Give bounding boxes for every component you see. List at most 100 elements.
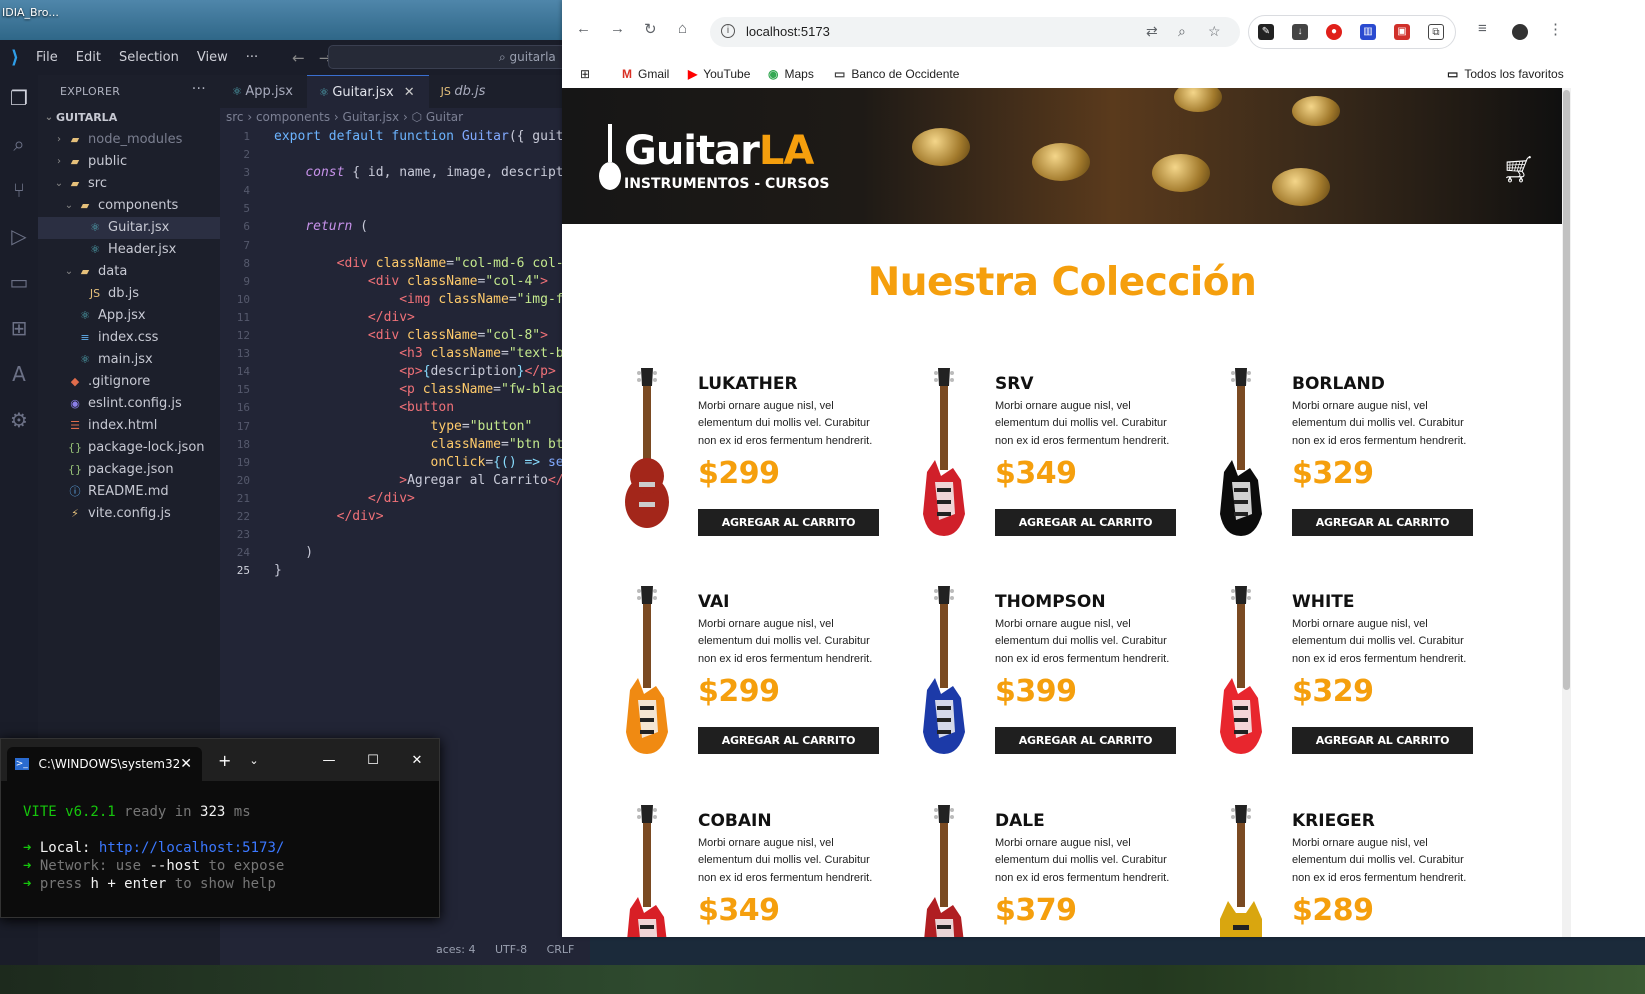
tree-item[interactable]: ☰ index.html (38, 415, 220, 437)
eyedropper-extension-icon[interactable]: ✎ (1258, 24, 1274, 40)
add-to-cart-button[interactable]: AGREGAR AL CARRITO (1292, 509, 1473, 536)
guitar-price: $329 (1292, 674, 1374, 709)
page-scrollbar[interactable] (1562, 88, 1571, 937)
search-icon[interactable]: ⌕ (0, 121, 38, 167)
editor-tabs: ⚛ App.jsx ⚛ Guitar.jsx ✕ JS db.js (220, 75, 590, 108)
tree-item[interactable]: {} package.json (38, 459, 220, 481)
explorer-icon[interactable]: ❐ (0, 75, 38, 121)
terminal-tab[interactable]: >_ C:\WINDOWS\system32 ✕ (7, 747, 202, 781)
tree-item[interactable]: › ▰ public (38, 151, 220, 173)
site-info-icon[interactable]: i (721, 24, 735, 38)
extensions-group (1248, 15, 1456, 49)
menu-selection[interactable]: Selection (119, 50, 179, 65)
bookmark-item[interactable]: ▭ Banco de Occidente (834, 67, 959, 81)
tree-item[interactable]: ⓘ README.md (38, 481, 220, 503)
tree-item[interactable]: {} package-lock.json (38, 437, 220, 459)
menu-edit[interactable]: Edit (76, 50, 101, 65)
guitar-description: Morbi ornare augue nisl, vel elementum d… (698, 618, 873, 665)
tree-item[interactable]: ⚛ Header.jsx (38, 239, 220, 261)
code-token: className (430, 436, 501, 452)
tree-item[interactable]: ⚛ App.jsx (38, 305, 220, 327)
tree-item[interactable]: ⌄ ▰ src (38, 173, 220, 195)
tree-item[interactable]: ⚛ main.jsx (38, 349, 220, 371)
blue-extension-icon[interactable]: ▥ (1360, 24, 1376, 40)
more-actions-icon[interactable]: ··· (192, 81, 206, 97)
reload-icon[interactable]: ↻ (644, 20, 657, 38)
chevron-right-icon: › (57, 134, 61, 145)
tree-item[interactable]: ◆ .gitignore (38, 371, 220, 393)
download-extension-icon[interactable]: ↓ (1292, 24, 1308, 40)
chevron-down-icon[interactable]: ⌄ (249, 754, 258, 767)
address-bar[interactable]: i localhost:5173 ⇄ ⌕ ☆ (710, 17, 1240, 47)
tree-item[interactable]: ⚡ vite.config.js (38, 503, 220, 525)
red-extension-icon[interactable]: ▣ (1394, 24, 1410, 40)
editor-tab[interactable]: ⚛ App.jsx (220, 75, 307, 108)
editor-tab[interactable]: JS db.js (429, 75, 500, 108)
code-token: </p> (524, 364, 556, 380)
back-icon[interactable]: ← (576, 20, 591, 37)
project-root[interactable]: ⌄ GUITARLA (38, 107, 220, 129)
close-icon[interactable]: ✕ (395, 753, 439, 768)
menu-view[interactable]: View (197, 50, 228, 65)
tree-item[interactable]: ⌄ ▰ components (38, 195, 220, 217)
add-to-cart-button[interactable]: AGREGAR AL CARRITO (995, 509, 1176, 536)
media-controls-icon[interactable]: ≡ (1478, 20, 1487, 37)
add-to-cart-button[interactable]: AGREGAR AL CARRITO (698, 727, 879, 754)
close-tab-icon[interactable]: ✕ (404, 85, 415, 100)
menu-file[interactable]: File (36, 50, 58, 65)
status-eol[interactable]: CRLF (547, 943, 575, 956)
extensions-icon[interactable]: ⊞ (0, 305, 38, 351)
tree-item[interactable]: ⌄ ▰ data (38, 261, 220, 283)
editor-tab[interactable]: ⚛ Guitar.jsx ✕ (306, 75, 429, 108)
bookmark-item[interactable]: ▶ YouTube (688, 67, 750, 81)
terminal-output[interactable]: VITE v6.2.1 ready in 323 ms ➜ Local: htt… (1, 781, 439, 893)
breadcrumb[interactable]: src › components › Guitar.jsx › ⬡ Guitar (220, 108, 590, 128)
new-tab-icon[interactable]: + (218, 751, 231, 770)
forward-icon[interactable]: → (610, 20, 625, 37)
local-url[interactable]: http://localhost:5173/ (99, 840, 284, 856)
command-search-input[interactable]: ⌕ guitarla (328, 45, 590, 69)
apps-grid-icon[interactable]: ⊞ (580, 67, 590, 81)
cart-icon[interactable]: 🛒︎ (1502, 154, 1535, 185)
zoom-icon[interactable]: ⌕ (1178, 23, 1186, 40)
profile-avatar[interactable] (1512, 24, 1528, 40)
menu-kebab-icon[interactable]: ⋮ (1548, 20, 1563, 38)
maximize-icon[interactable]: ☐ (351, 753, 395, 768)
back-arrow-icon[interactable]: ← (292, 49, 305, 67)
settings-gear-icon[interactable]: ⚙ (0, 397, 38, 443)
source-control-icon[interactable]: ⑂ (0, 167, 38, 213)
bookmark-item[interactable]: M Gmail (622, 67, 669, 81)
translate-icon[interactable]: ⇄ (1146, 23, 1158, 40)
logo-accent: LA (758, 128, 814, 174)
tree-item[interactable]: › ▰ node_modules (38, 129, 220, 151)
add-to-cart-button[interactable]: AGREGAR AL CARRITO (698, 509, 879, 536)
run-debug-icon[interactable]: ▷ (0, 213, 38, 259)
tree-item[interactable]: ≡ index.css (38, 327, 220, 349)
home-icon[interactable]: ⌂ (678, 20, 687, 37)
guitar-image (924, 805, 964, 937)
logo-subtitle: INSTRUMENTOS - CURSOS (624, 176, 830, 192)
code-token: className (367, 255, 447, 271)
tree-item[interactable]: JS db.js (38, 283, 220, 305)
close-tab-icon[interactable]: ✕ (180, 756, 192, 772)
add-to-cart-button[interactable]: AGREGAR AL CARRITO (1292, 727, 1473, 754)
status-indentation[interactable]: aces: 4 (436, 943, 476, 956)
menu-more[interactable]: ··· (246, 50, 258, 65)
remote-explorer-icon[interactable]: ▭ (0, 259, 38, 305)
bookmark-star-icon[interactable]: ☆ (1208, 23, 1221, 40)
bookmark-item[interactable]: ◉ Maps (768, 67, 814, 81)
all-bookmarks[interactable]: ▭ Todos los favoritos (1447, 67, 1564, 81)
desktop-icon-label[interactable]: IDIA_Bro... (2, 6, 59, 19)
tree-item[interactable]: ◉ eslint.config.js (38, 393, 220, 415)
tree-item[interactable]: ⚛ Guitar.jsx (38, 217, 220, 239)
status-encoding[interactable]: UTF-8 (495, 943, 527, 956)
code-view[interactable]: 1 export default function Guitar({ guitar… (220, 128, 590, 580)
adblock-extension-icon[interactable]: ● (1326, 24, 1342, 40)
extensions-puzzle-icon[interactable]: ⧉ (1428, 24, 1444, 40)
scrollbar-thumb[interactable] (1563, 90, 1570, 690)
font-icon[interactable]: A (0, 351, 38, 397)
add-to-cart-button[interactable]: AGREGAR AL CARRITO (995, 727, 1176, 754)
minimize-icon[interactable]: — (307, 753, 351, 768)
tree-item-label: index.html (88, 418, 158, 433)
